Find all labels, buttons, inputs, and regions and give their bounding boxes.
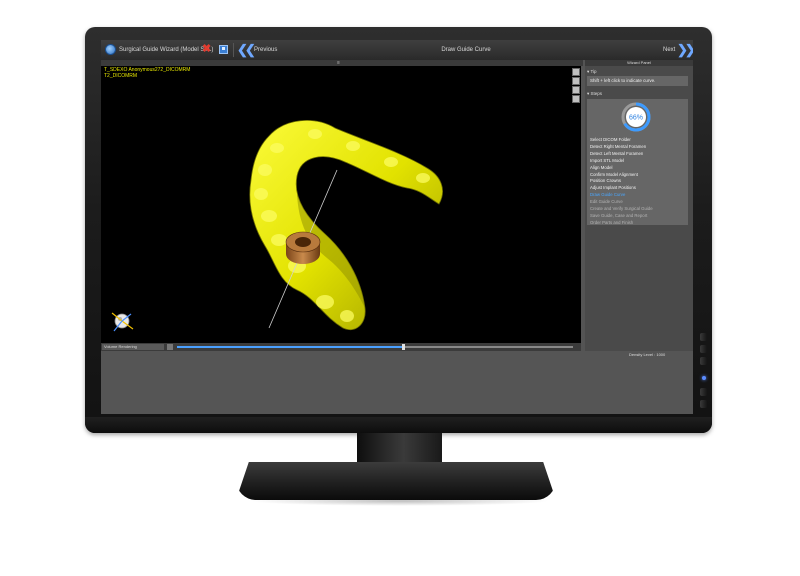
app-logo-icon	[105, 44, 116, 55]
wizard-step-item[interactable]: Align Model	[590, 165, 612, 170]
progress-ring: 66%	[621, 102, 651, 132]
wizard-step-item[interactable]: Detect Right Mental Foramen	[590, 144, 646, 149]
steps-section-header[interactable]: ▾ Steps	[587, 91, 602, 97]
tip-section-header[interactable]: ▾ Tip	[587, 69, 597, 75]
3d-viewport[interactable]: T_SDEXO Anonymous272_DICOMRM T2_DICOMRM	[101, 66, 581, 343]
close-icon[interactable]: ✖	[202, 44, 212, 55]
wizard-step-item[interactable]: Order Parts and Finish	[590, 220, 633, 225]
step-title: Draw Guide Curve	[441, 47, 491, 53]
monitor-chin	[85, 417, 712, 433]
screen: Surgical Guide Wizard (Model STL) ✖ ❮❮ P…	[101, 40, 693, 414]
monitor-side-button	[700, 357, 707, 365]
slider-settings-button[interactable]	[167, 344, 173, 350]
next-button[interactable]: Next	[663, 47, 675, 53]
wizard-step-item[interactable]: Draw Guide Curve	[590, 192, 625, 197]
wizard-step-item[interactable]: Adjust Implant Positions	[590, 185, 636, 190]
double-chevron-right-icon[interactable]: ❯❯	[677, 43, 693, 56]
save-icon[interactable]	[219, 45, 228, 54]
app-title: Surgical Guide Wizard (Model STL)	[119, 47, 214, 53]
monitor-side-button	[700, 388, 707, 396]
monitor-side-button	[700, 333, 707, 341]
steps-heading: Steps	[590, 91, 603, 96]
tip-text: Shift + left click to indicate curve.	[587, 76, 688, 86]
steps-list: 66% Select DICOM Folder Detect Right Ment…	[587, 99, 688, 225]
wizard-step-item[interactable]: Select DICOM Folder	[590, 137, 631, 142]
density-level: Density Level : 1000	[629, 352, 666, 357]
implant-sleeve	[285, 231, 321, 264]
progress-label: 66%	[629, 115, 643, 122]
wizard-step-item[interactable]: Position Crowns	[590, 178, 621, 183]
opacity-slider[interactable]	[177, 344, 573, 350]
tip-heading: Tip	[590, 69, 597, 74]
wizard-step-item[interactable]: Edit Guide Curve	[590, 199, 623, 204]
wizard-panel-title: Wizard Panel	[585, 60, 693, 66]
double-chevron-left-icon[interactable]: ❮❮	[237, 43, 256, 56]
slider-thumb[interactable]	[401, 344, 405, 350]
wizard-toolbar: Surgical Guide Wizard (Model STL) ✖ ❮❮ P…	[101, 40, 693, 60]
wizard-panel: Wizard Panel ▾ Tip Shift + left click to…	[585, 60, 693, 351]
dental-model-render[interactable]	[101, 66, 581, 343]
bottom-panel	[101, 351, 693, 414]
monitor-side-button	[700, 345, 707, 353]
monitor-stand-base	[236, 462, 556, 500]
previous-button[interactable]: Previous	[254, 47, 277, 53]
slider-fill	[177, 346, 403, 348]
wizard-step-item[interactable]: Create and Verify Surgical Guide	[590, 206, 653, 211]
monitor-side-button	[700, 400, 707, 408]
orientation-widget-icon[interactable]	[109, 308, 135, 334]
wizard-step-item[interactable]: Confirm Model Alignment	[590, 172, 638, 177]
toolbar-separator	[233, 43, 234, 57]
power-led	[702, 376, 706, 380]
wizard-step-item[interactable]: Import STL Model	[590, 158, 624, 163]
render-slider-bar: Volume Rendering	[101, 343, 581, 351]
wizard-step-item[interactable]: Save Guide, Case and Report	[590, 213, 647, 218]
wizard-step-item[interactable]: Detect Left Mental Foramen	[590, 151, 643, 156]
render-mode-select[interactable]: Volume Rendering	[102, 344, 164, 350]
